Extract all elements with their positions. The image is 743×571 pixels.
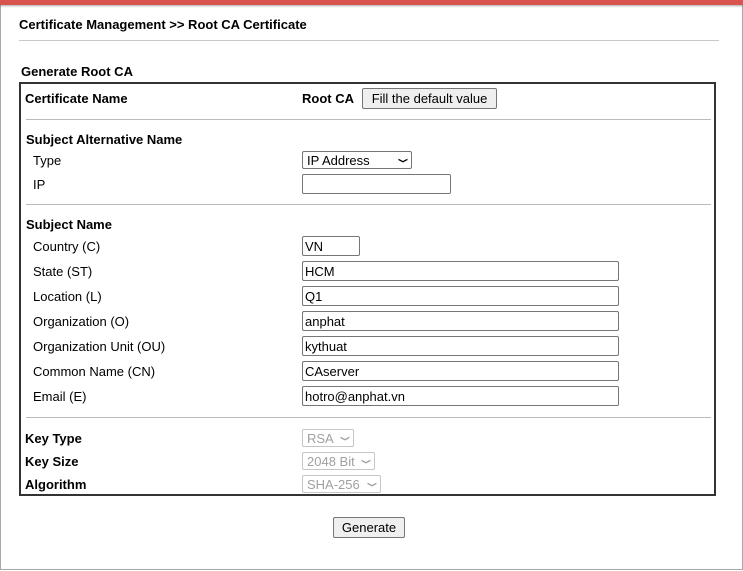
- common-name-label: Common Name (CN): [33, 364, 156, 379]
- chevron-down-icon: ❯: [340, 434, 351, 442]
- organization-input[interactable]: [302, 311, 619, 331]
- email-input[interactable]: [302, 386, 619, 406]
- state-input[interactable]: [302, 261, 619, 281]
- san-type-value: IP Address: [307, 152, 370, 168]
- chevron-down-icon: ❯: [367, 480, 378, 488]
- key-type-value: RSA: [307, 430, 334, 446]
- chevron-down-icon: ❯: [398, 156, 409, 164]
- country-input[interactable]: [302, 236, 360, 256]
- fill-default-value-button[interactable]: Fill the default value: [362, 88, 497, 109]
- san-ip-input[interactable]: [302, 174, 451, 194]
- location-input[interactable]: [302, 286, 619, 306]
- section-divider: [26, 204, 711, 205]
- algorithm-value: SHA-256: [307, 476, 360, 492]
- subject-section-title: Subject Name: [26, 217, 112, 232]
- chevron-down-icon: ❯: [361, 457, 372, 465]
- san-ip-label: IP: [33, 177, 46, 192]
- title-divider: [19, 40, 719, 41]
- organization-unit-input[interactable]: [302, 336, 619, 356]
- key-size-value: 2048 Bit: [307, 453, 355, 469]
- san-type-select[interactable]: IP Address ❯: [302, 151, 412, 169]
- san-type-label: Type: [33, 153, 62, 168]
- state-label: State (ST): [33, 264, 93, 279]
- section-title: Generate Root CA: [21, 64, 133, 79]
- certificate-name-value: Root CA: [302, 91, 354, 106]
- key-size-select: 2048 Bit ❯: [302, 452, 375, 470]
- section-divider: [26, 119, 711, 120]
- organization-label: Organization (O): [33, 314, 130, 329]
- location-label: Location (L): [33, 289, 102, 304]
- common-name-input[interactable]: [302, 361, 619, 381]
- key-size-label: Key Size: [25, 454, 79, 469]
- section-divider: [26, 417, 711, 418]
- generate-root-ca-panel: Certificate Name Root CA Fill the defaul…: [19, 82, 716, 496]
- top-accent-bar: [0, 0, 743, 5]
- page-title: Certificate Management >> Root CA Certif…: [19, 17, 307, 32]
- algorithm-select: SHA-256 ❯: [302, 475, 381, 493]
- algorithm-label: Algorithm: [25, 477, 87, 492]
- key-type-select: RSA ❯: [302, 429, 354, 447]
- san-section-title: Subject Alternative Name: [26, 132, 183, 147]
- organization-unit-label: Organization Unit (OU): [33, 339, 166, 354]
- key-type-label: Key Type: [25, 431, 82, 446]
- country-label: Country (C): [33, 239, 101, 254]
- certificate-name-label: Certificate Name: [25, 91, 128, 106]
- generate-button[interactable]: Generate: [333, 517, 405, 538]
- email-label: Email (E): [33, 389, 87, 404]
